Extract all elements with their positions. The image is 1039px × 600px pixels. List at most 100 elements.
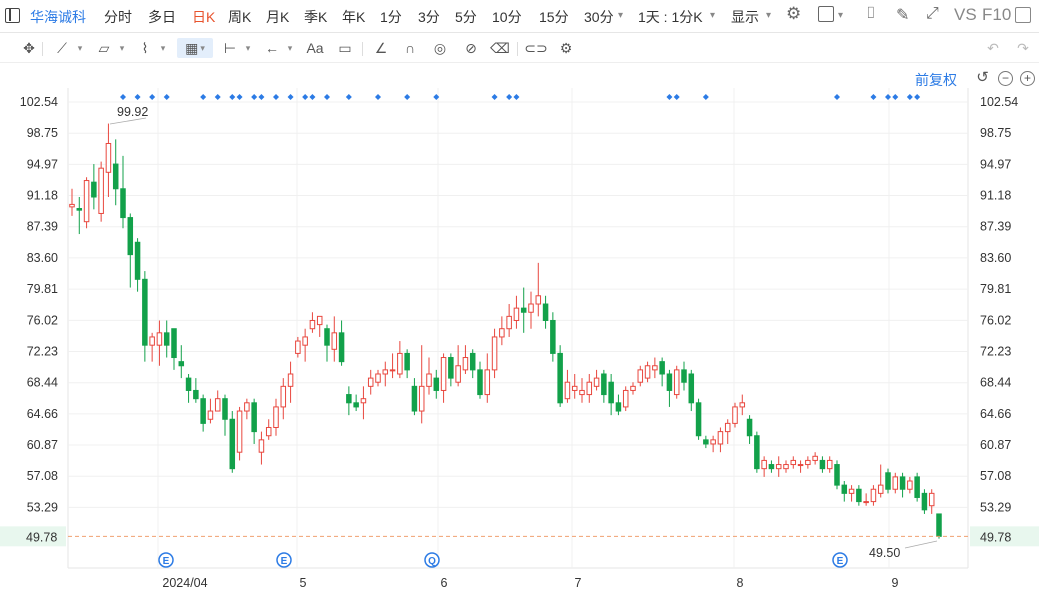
candle [367, 369, 374, 395]
candle-body [375, 373, 381, 383]
candle-body [163, 332, 170, 346]
candle-body [848, 488, 855, 494]
candle [69, 188, 75, 216]
candle [316, 315, 323, 337]
candle-body [484, 369, 491, 396]
candle-body [324, 328, 330, 346]
candle [761, 456, 767, 477]
candle [251, 398, 257, 444]
candle-body [746, 418, 753, 437]
candle [841, 481, 848, 502]
candle-body [571, 385, 578, 391]
candle [703, 435, 709, 449]
y-tick-label-right: 94.97 [980, 157, 1011, 171]
candle [579, 378, 585, 403]
candle [659, 357, 665, 387]
y-tick-label-right: 98.75 [980, 126, 1011, 140]
candle-body [907, 480, 913, 490]
y-tick-label-right: 72.23 [980, 345, 1011, 359]
candle-body [316, 315, 323, 326]
candle-body [280, 385, 287, 408]
candle [185, 373, 192, 403]
candle-body [673, 369, 680, 396]
y-tick-label-right: 68.44 [980, 376, 1011, 390]
candle [346, 386, 352, 416]
event-diamond [309, 94, 316, 100]
candle [768, 460, 775, 473]
event-diamond [200, 94, 207, 100]
candle-body [928, 492, 935, 507]
candle [244, 398, 250, 420]
candle [688, 369, 695, 412]
candle [520, 287, 527, 333]
candle [899, 472, 906, 498]
candle [877, 464, 884, 498]
last-price-label-left: 49.78 [26, 530, 57, 544]
candlestick-chart[interactable]: 102.54 102.54 98.75 98.75 94.97 94.97 91.18 91.… [0, 0, 1039, 600]
candle-body [91, 181, 97, 198]
candle [856, 485, 862, 506]
candle [375, 369, 381, 387]
candle-body [156, 332, 163, 346]
candle [673, 365, 680, 399]
candle-body [797, 464, 804, 467]
y-tick-label-left: 87.39 [27, 220, 58, 234]
candle-body [295, 340, 301, 354]
candle-body [367, 377, 374, 387]
y-tick-label-right: 53.29 [980, 500, 1011, 514]
candle-body [790, 459, 797, 466]
y-tick-label-right: 60.87 [980, 438, 1011, 452]
low-leader [904, 540, 938, 549]
candle-body [338, 332, 345, 363]
event-diamond [149, 94, 156, 100]
candle-body [681, 369, 687, 383]
candle-body [455, 365, 461, 383]
candle-body [440, 357, 447, 391]
candle [826, 456, 833, 473]
event-diamond [906, 94, 913, 100]
candle-body [885, 472, 891, 490]
candle-body [826, 459, 833, 470]
candle-body [761, 459, 767, 470]
candle [506, 304, 512, 337]
y-tick-label-right: 87.39 [980, 220, 1011, 234]
y-tick-label-right: 76.02 [980, 313, 1011, 327]
x-tick-label: 6 [441, 576, 448, 590]
candle [528, 291, 534, 329]
event-diamond [885, 94, 891, 100]
candle-body [666, 373, 673, 391]
candle [848, 485, 855, 502]
candle-body [265, 427, 272, 437]
candle-body [76, 208, 83, 211]
x-tick-label: 2024/04 [162, 576, 207, 590]
candle-body [630, 385, 636, 391]
candle [681, 361, 687, 391]
candle-body [579, 389, 585, 396]
event-diamond [870, 94, 877, 100]
candle-body [149, 336, 155, 346]
candle-body [214, 398, 221, 412]
candle-body [710, 439, 716, 445]
candle [83, 177, 90, 229]
candle [142, 271, 148, 362]
event-diamond [251, 94, 258, 100]
candle-body [309, 319, 316, 330]
event-diamond [345, 94, 352, 100]
candle [491, 328, 498, 379]
candle [746, 415, 753, 444]
event-diamond [287, 94, 294, 100]
candle-body [892, 476, 899, 490]
candle [171, 328, 177, 370]
candle [258, 431, 265, 465]
candle-body [732, 406, 738, 424]
candle [885, 468, 891, 494]
candle [571, 373, 578, 399]
candle-body [739, 402, 746, 408]
candle-body [528, 303, 534, 313]
candle [783, 460, 789, 473]
candle-body [564, 381, 571, 400]
candle-body [98, 167, 104, 214]
y-tick-label-right: 79.81 [980, 282, 1011, 296]
candle [98, 161, 104, 222]
event-diamond [892, 94, 899, 100]
